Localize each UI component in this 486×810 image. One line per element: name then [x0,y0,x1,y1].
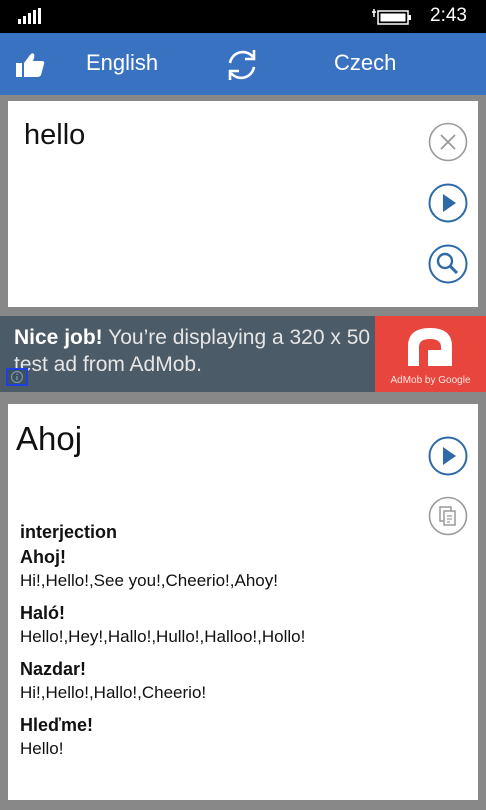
source-language-button[interactable]: English [86,50,158,76]
definitions-list: interjection Ahoj! Hi!,Hello!,See you!,C… [20,522,400,769]
entry-word: Haló! [20,603,65,623]
entry-translations: Hello!,Hey!,Hallo!,Hullo!,Halloo!,Hollo! [20,627,306,646]
input-text-field[interactable]: hello [24,119,85,152]
clear-button[interactable] [428,122,468,162]
admob-caption: AdMob by Google [390,375,471,386]
definition-entry: Hleďme! Hello! [20,713,400,761]
result-panel: Ahoj interjection Ahoj! Hi!,Hello!,See y… [8,404,478,800]
definition-entry: Haló! Hello!,Hey!,Hallo!,Hullo!,Halloo!,… [20,601,400,649]
language-bar: English Czech [0,33,486,95]
ad-banner[interactable]: Nice job! You’re displaying a 320 x 50 t… [0,316,486,392]
clear-icon [428,122,468,162]
status-bar: 2:43 [0,0,486,33]
ad-headline-bold: Nice job! [14,326,103,349]
play-input-button[interactable] [428,183,468,223]
copy-icon [428,496,468,536]
info-icon[interactable] [6,368,28,386]
entry-translations: Hi!,Hello!,See you!,Cheerio!,Ahoy! [20,571,278,590]
play-icon [428,183,468,223]
swap-icon[interactable] [220,43,264,87]
entry-word: Nazdar! [20,659,87,679]
clock: 2:43 [430,5,467,26]
definition-entry: Ahoj! Hi!,Hello!,See you!,Cheerio!,Ahoy! [20,545,400,593]
search-icon [428,244,468,284]
entry-translations: Hi!,Hello!,Hallo!,Cheerio! [20,683,207,702]
translation-text: Ahoj [16,420,83,457]
battery-icon [372,9,411,25]
part-of-speech: interjection [20,522,118,542]
admob-logo-icon [408,328,452,366]
input-panel: hello [8,101,478,307]
admob-logo: AdMob by Google [375,316,486,392]
play-icon [428,436,468,476]
ad-text: Nice job! You’re displaying a 320 x 50 t… [14,324,374,378]
target-language-button[interactable]: Czech [334,50,396,76]
entry-word: Ahoj! [20,547,66,567]
copy-button[interactable] [428,496,468,536]
search-button[interactable] [428,244,468,284]
entry-translations: Hello! [20,739,64,758]
play-translation-button[interactable] [428,436,468,476]
entry-word: Hleďme! [20,715,93,735]
thumbs-up-icon[interactable] [14,49,46,81]
signal-icon [18,8,44,24]
definition-entry: Nazdar! Hi!,Hello!,Hallo!,Cheerio! [20,657,400,705]
